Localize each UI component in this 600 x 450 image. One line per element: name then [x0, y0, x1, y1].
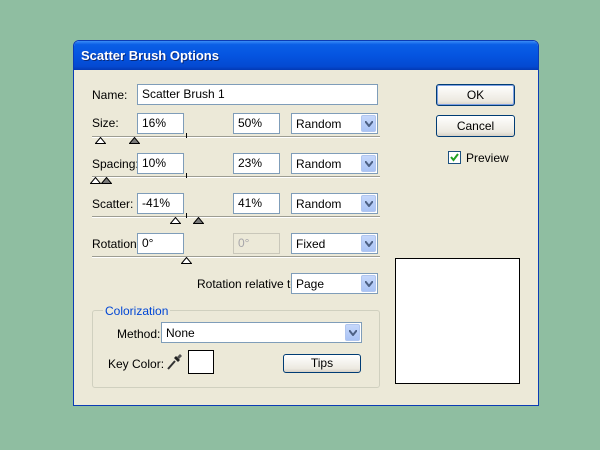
chevron-down-icon[interactable] — [361, 235, 376, 252]
spacing-max-slider-handle[interactable] — [101, 177, 112, 184]
size-slider-center-tick — [186, 133, 187, 138]
dialog-body: Name: Scatter Brush 1 Size: 16% 50% Rand… — [77, 70, 535, 402]
rotation-mode-value: Fixed — [296, 237, 326, 251]
rotation-relative-select[interactable]: Page — [291, 273, 378, 294]
size-label: Size: — [92, 116, 119, 130]
chevron-down-icon[interactable] — [345, 324, 360, 341]
scatter-min-slider-handle[interactable] — [170, 217, 181, 224]
ok-button[interactable]: OK — [436, 84, 515, 106]
method-value: None — [166, 326, 195, 340]
spacing-slider-track[interactable] — [92, 176, 380, 178]
cancel-button[interactable]: Cancel — [436, 115, 515, 137]
chevron-down-icon[interactable] — [361, 155, 376, 172]
spacing-min-slider-handle[interactable] — [90, 177, 101, 184]
colorization-group-title: Colorization — [103, 304, 171, 318]
size-mode-value: Random — [296, 117, 342, 131]
scatter-max-input[interactable]: 41% — [233, 193, 280, 214]
brush-preview-box — [395, 258, 520, 384]
key-color-label: Key Color: — [108, 357, 165, 371]
rotation-relative-value: Page — [296, 277, 325, 291]
title-bar[interactable]: Scatter Brush Options — [74, 41, 538, 70]
rotation-max-input: 0° — [233, 233, 280, 254]
scatter-slider-center-tick — [186, 213, 187, 218]
spacing-min-input[interactable]: 10% — [137, 153, 184, 174]
rotation-slider-handle[interactable] — [181, 257, 192, 264]
chevron-down-icon[interactable] — [361, 275, 376, 292]
spacing-mode-select[interactable]: Random — [291, 153, 378, 174]
spacing-max-input[interactable]: 23% — [233, 153, 280, 174]
scatter-max-slider-handle[interactable] — [193, 217, 204, 224]
size-mode-select[interactable]: Random — [291, 113, 378, 134]
name-label: Name: — [92, 88, 128, 102]
tips-button[interactable]: Tips — [283, 354, 361, 373]
scatter-min-input[interactable]: -41% — [137, 193, 184, 214]
key-color-swatch[interactable] — [188, 350, 214, 374]
check-icon — [450, 153, 459, 162]
rotation-mode-select[interactable]: Fixed — [291, 233, 378, 254]
scatter-brush-dialog: Scatter Brush Options Name: Scatter Brus… — [73, 40, 539, 406]
spacing-mode-value: Random — [296, 157, 342, 171]
size-max-input[interactable]: 50% — [233, 113, 280, 134]
method-label: Method: — [117, 327, 161, 341]
method-select[interactable]: None — [161, 322, 362, 343]
spacing-label: Spacing: — [92, 157, 139, 171]
rotation-label: Rotation: — [92, 237, 141, 251]
eyedropper-icon[interactable] — [166, 353, 182, 371]
chevron-down-icon[interactable] — [361, 115, 376, 132]
preview-checkbox[interactable] — [448, 151, 461, 164]
scatter-slider-track[interactable] — [92, 216, 380, 218]
size-min-slider-handle[interactable] — [95, 137, 106, 144]
rotation-min-input[interactable]: 0° — [137, 233, 184, 254]
rotation-slider-track[interactable] — [92, 256, 380, 258]
window-title: Scatter Brush Options — [81, 48, 219, 63]
preview-label: Preview — [466, 151, 509, 165]
size-max-slider-handle[interactable] — [129, 137, 140, 144]
size-min-input[interactable]: 16% — [137, 113, 184, 134]
scatter-label: Scatter: — [92, 197, 134, 211]
name-input[interactable]: Scatter Brush 1 — [137, 84, 378, 105]
scatter-mode-value: Random — [296, 197, 342, 211]
scatter-mode-select[interactable]: Random — [291, 193, 378, 214]
spacing-slider-center-tick — [186, 173, 187, 178]
rotation-relative-label: Rotation relative to: — [197, 277, 301, 291]
chevron-down-icon[interactable] — [361, 195, 376, 212]
